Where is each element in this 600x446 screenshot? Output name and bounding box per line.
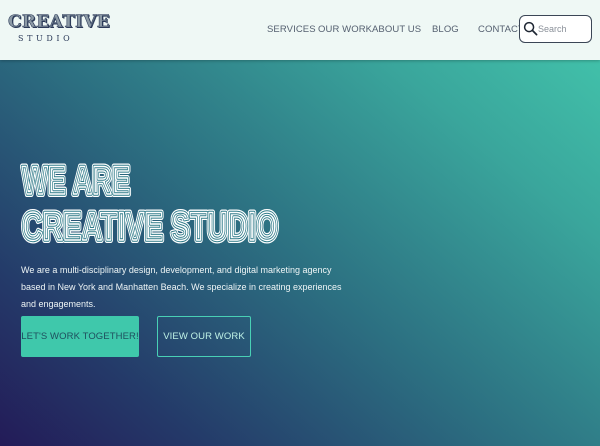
nav-item-about-us[interactable]: ABOUT US (372, 24, 421, 36)
search-icon[interactable] (523, 21, 538, 36)
logo-wordmark: CREATIVE (8, 12, 111, 32)
logo[interactable]: CREATIVE STUDIO (8, 13, 110, 47)
page: CREATIVE STUDIO SERVICES OUR WORK ABOUT … (0, 0, 600, 446)
hero-description: We are a multi-disciplinary design, deve… (21, 265, 342, 309)
search-box[interactable] (519, 15, 592, 43)
view-our-work-button[interactable]: VIEW OUR WORK (157, 316, 251, 357)
svg-text:CREATIVE STUDIO: CREATIVE STUDIO (22, 205, 278, 249)
lets-work-together-button[interactable]: LET'S WORK TOGETHER! (21, 316, 139, 357)
search-input[interactable] (538, 21, 588, 37)
hero-title: .t-outer { font-family: "Liberation Sans… (18, 152, 318, 252)
logo-subtitle: STUDIO (18, 34, 74, 43)
svg-text:WE ARE: WE ARE (22, 159, 130, 203)
site-header: CREATIVE STUDIO SERVICES OUR WORK ABOUT … (0, 0, 600, 60)
hero-title-line-2: CREATIVE STUDIO CREATIVE STUDIO CREATIVE… (19, 202, 281, 252)
nav-item-services[interactable]: SERVICES (267, 24, 316, 36)
nav-item-our-work[interactable]: OUR WORK (318, 24, 372, 36)
hero-title-line-1: WE ARE WE ARE WE ARE (19, 156, 133, 206)
nav-item-contact[interactable]: CONTACT (478, 24, 524, 36)
nav-item-blog[interactable]: BLOG (432, 24, 459, 36)
